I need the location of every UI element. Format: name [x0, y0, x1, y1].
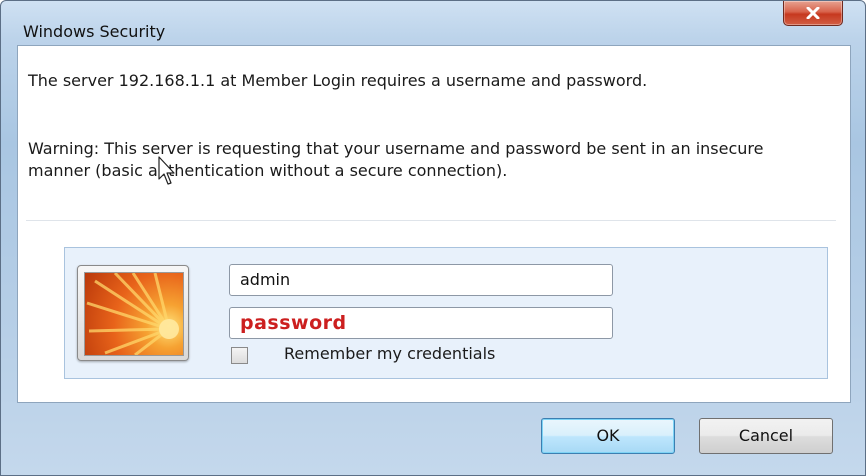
- remember-credentials-checkbox[interactable]: [231, 347, 248, 364]
- password-input[interactable]: password: [229, 307, 613, 339]
- separator: [26, 220, 836, 221]
- close-button[interactable]: [783, 1, 843, 26]
- remember-credentials-label[interactable]: Remember my credentials: [284, 344, 495, 363]
- window-title: Windows Security: [23, 22, 166, 41]
- credential-tile[interactable]: admin password Remember my credentials: [64, 247, 828, 379]
- username-input[interactable]: admin: [229, 264, 613, 296]
- cancel-button[interactable]: Cancel: [699, 418, 833, 454]
- dialog-content: The server 192.168.1.1 at Member Login r…: [17, 45, 851, 403]
- user-tile-flower-icon: [84, 272, 184, 356]
- title-bar[interactable]: Windows Security: [1, 1, 865, 41]
- windows-security-dialog: Windows Security The server 192.168.1.1 …: [0, 0, 866, 476]
- mouse-pointer-icon: [158, 156, 175, 185]
- avatar: [77, 265, 189, 361]
- close-x-icon: [806, 7, 820, 19]
- ok-button[interactable]: OK: [541, 418, 675, 454]
- server-message: The server 192.168.1.1 at Member Login r…: [28, 71, 648, 90]
- warning-message: Warning: This server is requesting that …: [28, 139, 764, 180]
